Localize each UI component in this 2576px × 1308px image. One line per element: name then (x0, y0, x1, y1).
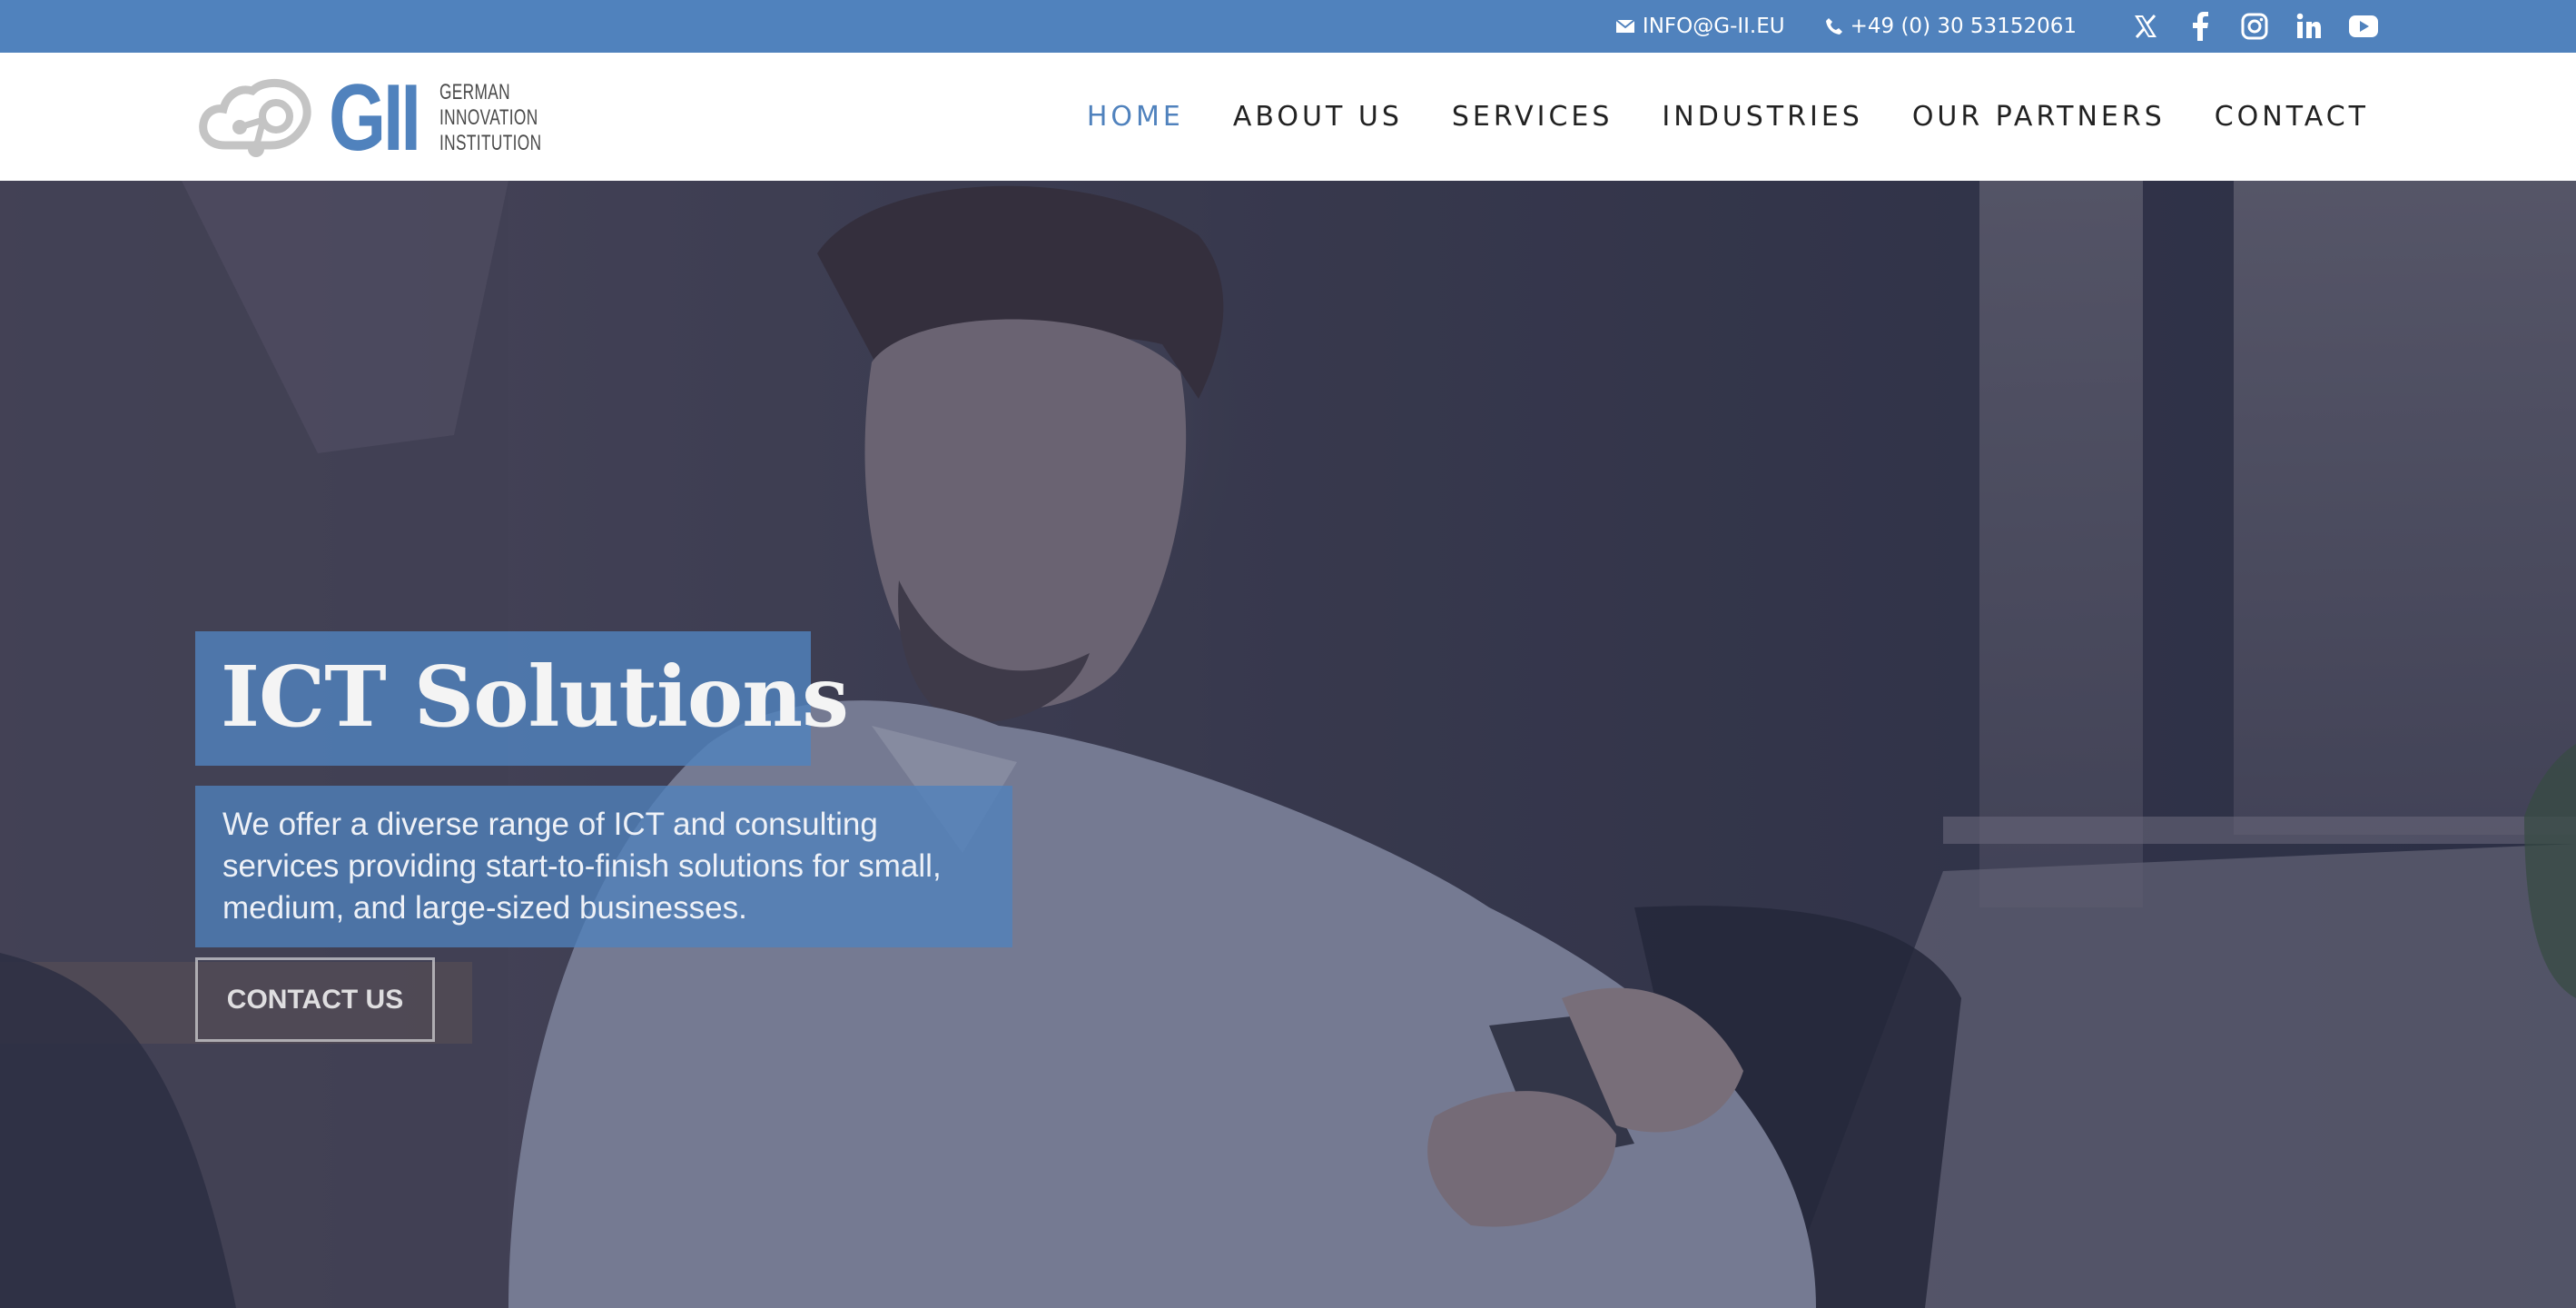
phone-link[interactable]: +49 (0) 30 53152061 (1825, 15, 2077, 38)
logo-tagline: GERMAN INNOVATION INSTITUTION (439, 80, 541, 156)
hero-description-box: We offer a diverse range of ICT and cons… (195, 786, 1012, 947)
site-header: GII GERMAN INNOVATION INSTITUTION HOME A… (0, 53, 2576, 181)
mail-icon (1615, 19, 1635, 33)
cloud-network-icon (199, 79, 311, 157)
email-link[interactable]: INFO@G-II.EU (1615, 15, 1785, 38)
x-icon[interactable] (2129, 10, 2162, 43)
instagram-icon[interactable] (2238, 10, 2271, 43)
hero-description: We offer a diverse range of ICT and cons… (222, 807, 942, 926)
nav-home[interactable]: HOME (1087, 101, 1184, 133)
email-text: INFO@G-II.EU (1642, 15, 1785, 38)
logo-line-3: INSTITUTION (439, 131, 542, 155)
youtube-icon[interactable] (2347, 10, 2380, 43)
main-nav: HOME ABOUT US SERVICES INDUSTRIES OUR PA… (1038, 53, 2369, 181)
nav-services[interactable]: SERVICES (1452, 101, 1614, 133)
contact-us-button[interactable]: CONTACT US (195, 957, 435, 1042)
hero-section: ICT Solutions We offer a diverse range o… (0, 181, 2576, 1308)
linkedin-icon[interactable] (2293, 10, 2325, 43)
site-logo[interactable]: GII GERMAN INNOVATION INSTITUTION (198, 65, 581, 171)
nav-contact[interactable]: CONTACT (2215, 101, 2369, 133)
hero-title: ICT Solutions (221, 648, 849, 746)
nav-about-us[interactable]: ABOUT US (1233, 101, 1403, 133)
top-contact-bar: INFO@G-II.EU +49 (0) 30 53152061 (0, 0, 2576, 53)
social-links (2107, 10, 2380, 43)
hero-title-box: ICT Solutions (195, 631, 849, 766)
nav-our-partners[interactable]: OUR PARTNERS (1912, 101, 2166, 133)
logo-wordmark: GII (329, 65, 421, 171)
nav-industries[interactable]: INDUSTRIES (1662, 101, 1862, 133)
logo-line-2: INNOVATION (439, 105, 538, 130)
phone-icon (1825, 18, 1842, 35)
facebook-icon[interactable] (2184, 10, 2216, 43)
logo-line-1: GERMAN (439, 80, 511, 104)
phone-text: +49 (0) 30 53152061 (1850, 15, 2077, 38)
